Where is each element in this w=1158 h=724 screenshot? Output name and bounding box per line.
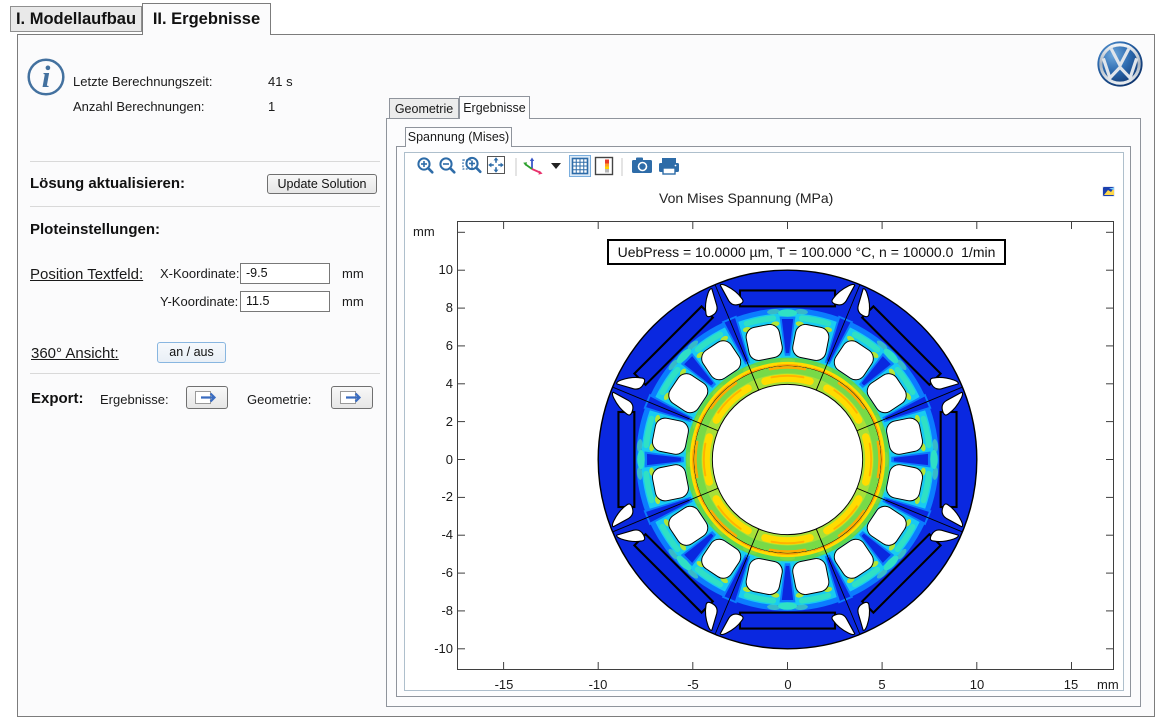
svg-text:i: i [42, 59, 51, 94]
